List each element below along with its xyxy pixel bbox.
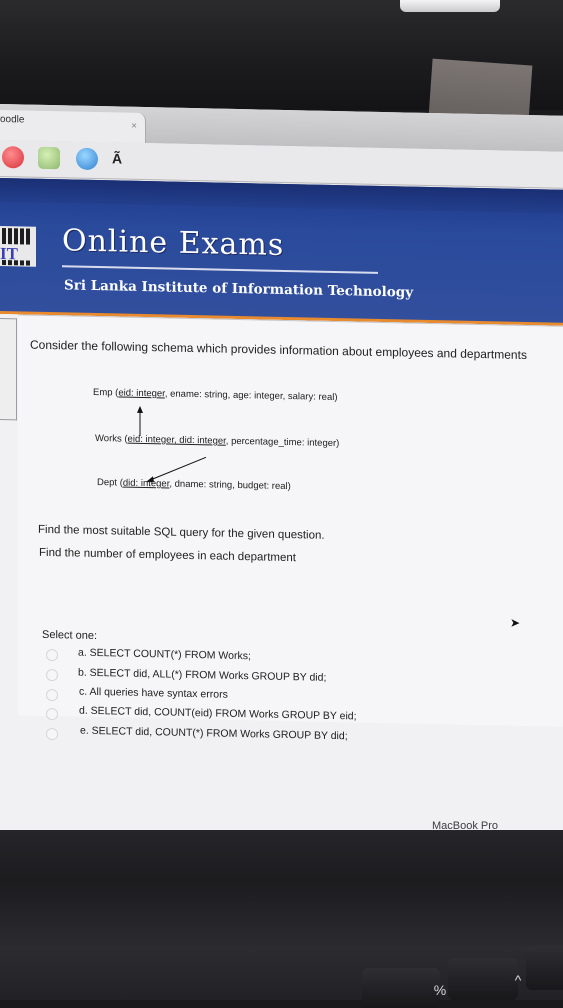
question-instruction: Find the most suitable SQL query for the…	[38, 523, 325, 542]
option-d-label[interactable]: d. SELECT did, COUNT(eid) FROM Works GRO…	[79, 705, 357, 723]
device-brand-label: MacBook Pro	[432, 820, 499, 832]
tab-title: oodle	[0, 114, 25, 126]
option-e-label[interactable]: e. SELECT did, COUNT(*) FROM Works GROUP…	[80, 725, 348, 743]
keyboard-row: % ^ &	[0, 940, 563, 1008]
key-percent[interactable]: %	[362, 968, 446, 1008]
schema-emp-prefix: Emp (	[93, 386, 119, 399]
site-header: IT Online Exams Sri Lanka Institute of I…	[0, 178, 563, 324]
question-info-box	[0, 318, 17, 421]
radio-option-d[interactable]	[46, 707, 58, 721]
select-one-label: Select one:	[42, 628, 98, 643]
option-c-label[interactable]: c. All queries have syntax errors	[79, 686, 228, 701]
close-tab-icon[interactable]: ×	[131, 121, 137, 132]
encoding-icon[interactable]: Ã	[112, 150, 122, 166]
schema-works-prefix: Works (	[95, 432, 128, 445]
sliit-logo: IT	[0, 226, 36, 267]
schema-works-key: eid: integer, did: integer	[127, 433, 226, 447]
radio-option-e[interactable]	[46, 727, 58, 741]
schema-works-rest: , percentage_time: integer)	[225, 435, 340, 450]
question-box: Consider the following schema which prov…	[18, 314, 563, 742]
works-to-emp-arrowhead	[137, 405, 143, 413]
logo-pattern	[2, 228, 32, 245]
radio-option-b[interactable]	[46, 668, 58, 682]
schema-arrows	[137, 405, 207, 483]
browser-tab[interactable]: oodle ×	[0, 110, 146, 144]
extension-icon[interactable]	[38, 146, 60, 170]
key-caret[interactable]: ^	[448, 958, 521, 1000]
question-task: Find the number of employees in each dep…	[39, 546, 296, 565]
stop-icon[interactable]	[2, 146, 24, 169]
radio-option-c[interactable]	[46, 688, 58, 702]
logo-pattern-bottom	[2, 260, 32, 266]
mouse-cursor-icon: ➤	[510, 615, 521, 630]
title-divider	[62, 265, 378, 274]
browser-window: oodle × Ã IT Online Exams Sri Lanka Inst…	[0, 104, 563, 856]
site-title: Online Exams	[62, 223, 285, 263]
light-reflection	[400, 0, 500, 12]
option-b-label[interactable]: b. SELECT did, ALL(*) FROM Works GROUP B…	[78, 667, 326, 684]
option-a-label[interactable]: a. SELECT COUNT(*) FROM Works;	[78, 647, 251, 663]
radio-option-a[interactable]	[46, 648, 58, 662]
globe-icon[interactable]	[76, 147, 98, 171]
schema-dept-prefix: Dept (	[97, 477, 123, 489]
question-prompt: Consider the following schema which prov…	[30, 337, 527, 363]
schema-dept-key: did: integer	[122, 477, 170, 490]
key-ampersand-label: &	[551, 960, 563, 976]
main-content: Consider the following schema which prov…	[0, 314, 563, 856]
site-subtitle: Sri Lanka Institute of Information Techn…	[64, 277, 414, 301]
key-ampersand[interactable]: &	[526, 946, 563, 990]
